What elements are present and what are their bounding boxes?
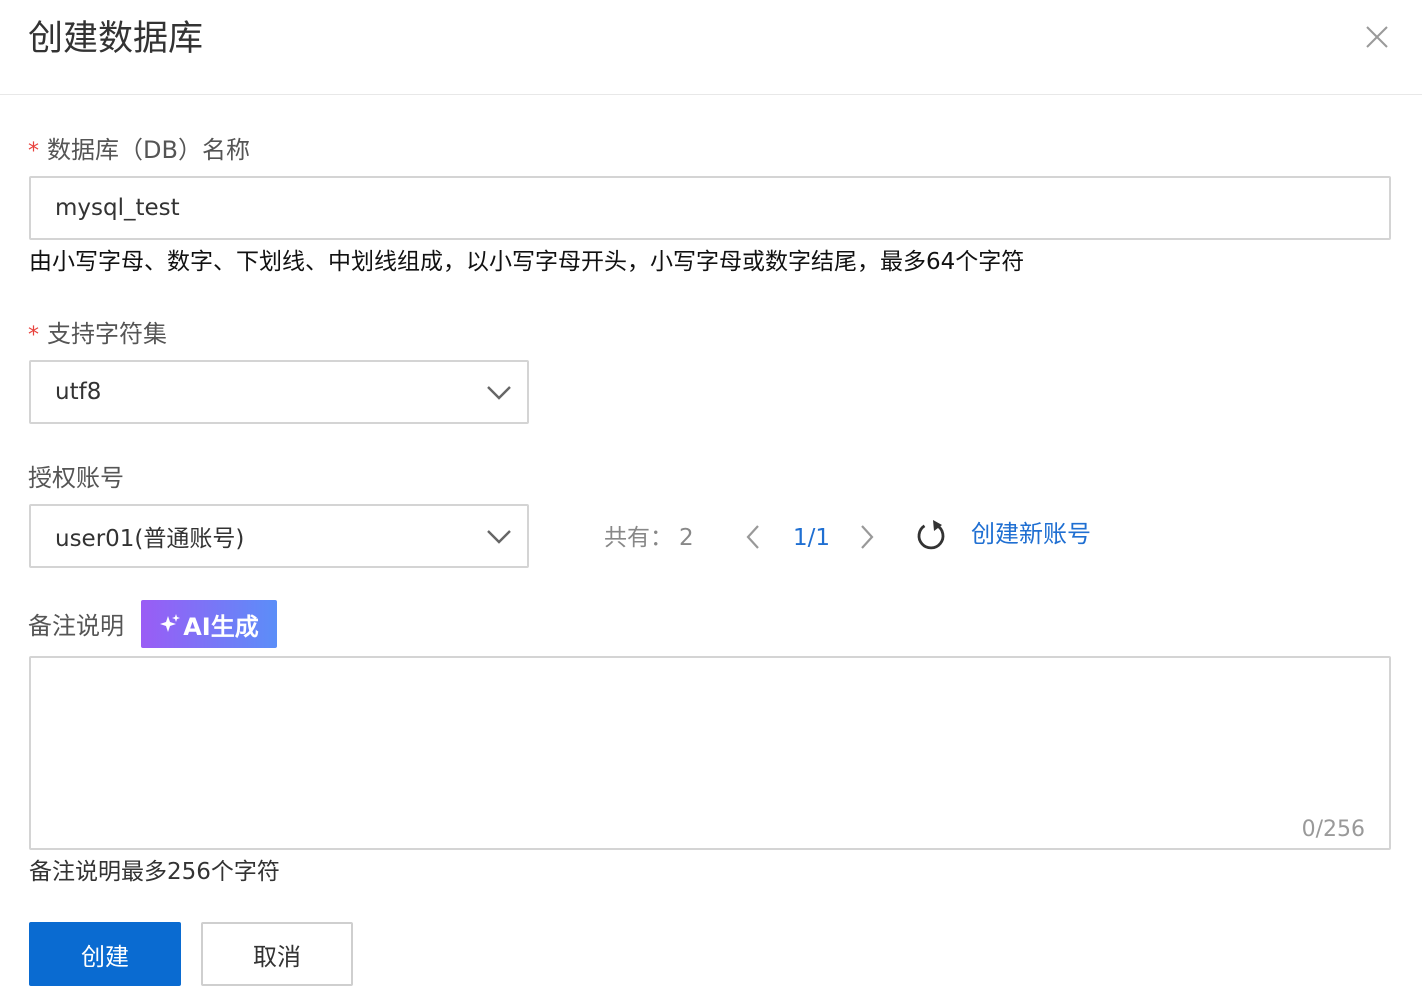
create-account-link[interactable]: 创建新账号 [971,518,1091,550]
create-button[interactable]: 创建 [29,922,181,986]
account-value: user01(普通账号) [55,526,245,552]
remark-textarea[interactable]: 0/256 [29,656,1391,850]
required-mark: * [28,139,39,164]
ai-generate-label: AI生成 [183,612,259,641]
account-label: 授权账号 [28,464,124,492]
charset-value: utf8 [55,379,102,405]
db-name-label-row: * 数据库（DB）名称 [28,134,250,168]
account-total-count: 2 [679,525,694,551]
remark-char-counter: 0/256 [1301,817,1365,842]
required-mark: * [28,323,39,348]
chevron-down-icon [485,380,513,404]
dialog-title: 创建数据库 [28,19,204,59]
refresh-icon[interactable] [914,518,948,554]
account-total: 共有： 2 [604,522,694,554]
dialog-header: 创建数据库 [0,0,1422,95]
account-select[interactable]: user01(普通账号) [29,504,529,568]
db-name-input[interactable]: mysql_test [29,176,1391,240]
account-page-indicator: 1/1 [793,525,831,551]
db-name-hint: 由小写字母、数字、下划线、中划线组成，以小写字母开头，小写字母或数字结尾，最多6… [29,249,1025,275]
db-name-value: mysql_test [55,195,180,221]
ai-generate-button[interactable]: AI生成 [141,600,277,648]
cancel-button[interactable]: 取消 [201,922,353,986]
remark-hint: 备注说明最多256个字符 [29,859,280,885]
sparkle-icon [159,613,181,635]
charset-label: 支持字符集 [47,320,167,348]
remark-label: 备注说明 [28,612,124,640]
account-total-label: 共有： [604,525,673,551]
charset-select[interactable]: utf8 [29,360,529,424]
db-name-label: 数据库（DB）名称 [47,136,250,164]
chevron-right-icon[interactable] [854,522,880,552]
chevron-down-icon [485,524,513,548]
close-icon[interactable] [1362,22,1392,52]
charset-label-row: * 支持字符集 [28,318,167,352]
chevron-left-icon[interactable] [740,522,766,552]
